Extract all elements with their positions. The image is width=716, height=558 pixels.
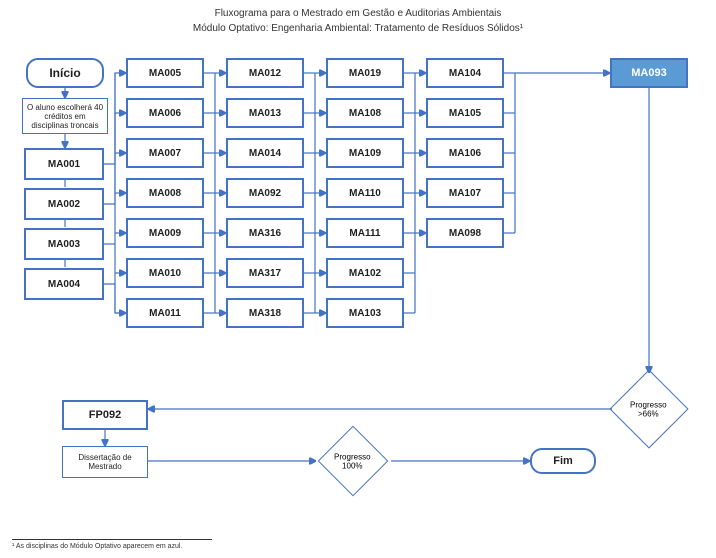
node-ma013: MA013 — [226, 98, 304, 128]
node-ma008: MA008 — [126, 178, 204, 208]
node-start: Início — [26, 58, 104, 88]
node-ma110: MA110 — [326, 178, 404, 208]
node-ma106: MA106 — [426, 138, 504, 168]
node-dissertation: Dissertação de Mestrado — [62, 446, 148, 478]
decision-progress-100: Progresso 100% — [318, 426, 389, 497]
node-ma098: MA098 — [426, 218, 504, 248]
node-note: O aluno escolherá 40 créditos em discipl… — [22, 98, 108, 134]
decision-progress-100-label: Progresso 100% — [328, 453, 376, 471]
page-title: Fluxograma para o Mestrado em Gestão e A… — [0, 0, 716, 19]
decision-progress-66-label: Progresso >66% — [621, 401, 675, 419]
node-ma105: MA105 — [426, 98, 504, 128]
node-ma103: MA103 — [326, 298, 404, 328]
node-ma005: MA005 — [126, 58, 204, 88]
node-ma019: MA019 — [326, 58, 404, 88]
node-ma092: MA092 — [226, 178, 304, 208]
node-ma104: MA104 — [426, 58, 504, 88]
node-fp092: FP092 — [62, 400, 148, 430]
node-ma014: MA014 — [226, 138, 304, 168]
node-ma012: MA012 — [226, 58, 304, 88]
node-ma011: MA011 — [126, 298, 204, 328]
node-ma093-highlighted: MA093 — [610, 58, 688, 88]
decision-progress-66: Progresso >66% — [609, 369, 688, 448]
node-ma316: MA316 — [226, 218, 304, 248]
node-ma002: MA002 — [24, 188, 104, 220]
node-ma109: MA109 — [326, 138, 404, 168]
page-subtitle: Módulo Optativo: Engenharia Ambiental: T… — [0, 19, 716, 34]
node-ma010: MA010 — [126, 258, 204, 288]
node-end: Fim — [530, 448, 596, 474]
node-ma102: MA102 — [326, 258, 404, 288]
node-ma317: MA317 — [226, 258, 304, 288]
node-ma003: MA003 — [24, 228, 104, 260]
node-ma107: MA107 — [426, 178, 504, 208]
node-ma004: MA004 — [24, 268, 104, 300]
node-ma111: MA111 — [326, 218, 404, 248]
node-ma007: MA007 — [126, 138, 204, 168]
node-ma001: MA001 — [24, 148, 104, 180]
node-ma108: MA108 — [326, 98, 404, 128]
node-ma006: MA006 — [126, 98, 204, 128]
footnote: ¹ As disciplinas do Módulo Optativo apar… — [12, 539, 212, 550]
node-ma318: MA318 — [226, 298, 304, 328]
node-ma009: MA009 — [126, 218, 204, 248]
